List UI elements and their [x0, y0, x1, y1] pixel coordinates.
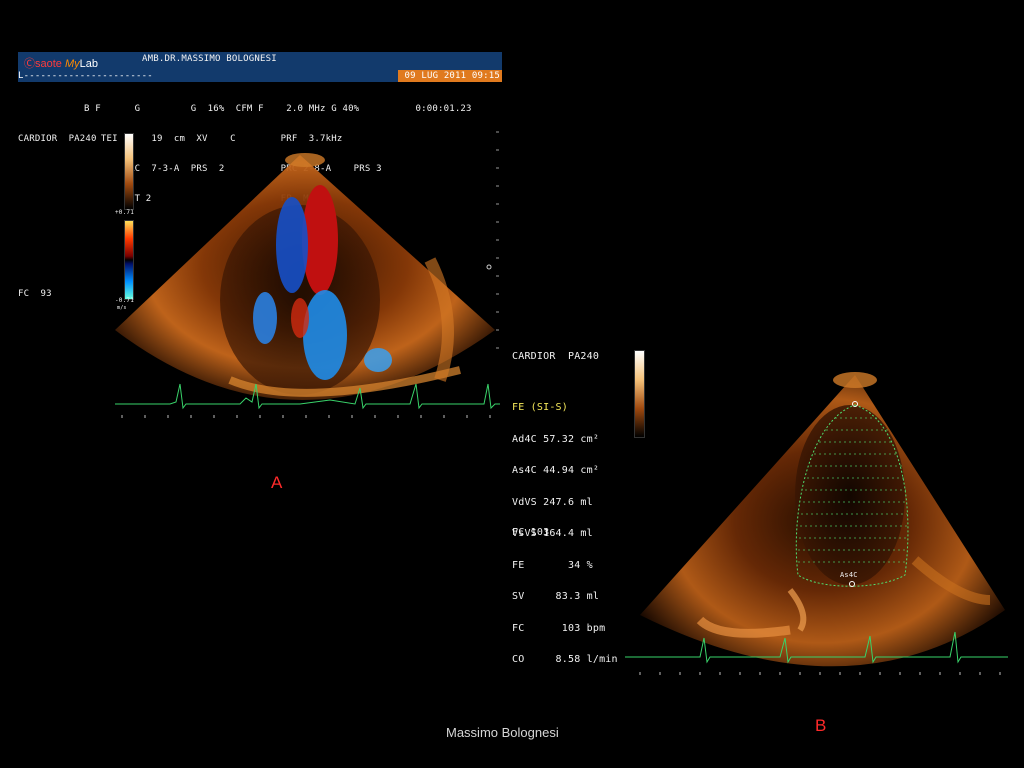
grayscale-bar-b	[634, 350, 645, 438]
heart-rate-b: FC 103	[512, 527, 550, 538]
depth-ticks-a	[496, 131, 499, 349]
focus-marker-a	[486, 264, 492, 270]
panel-label-a: A	[271, 473, 283, 492]
echo-image-b	[640, 372, 1005, 667]
trace-label: As4C	[840, 571, 858, 579]
time-ticks-b	[639, 672, 1001, 675]
measure-title: FE (SI-S)	[512, 402, 568, 413]
time-ticks-a	[121, 415, 491, 418]
doppler-flow-blue	[276, 197, 308, 293]
measure-row: VdVS 247.6 ml	[512, 496, 593, 508]
measure-row: SV 83.3 ml	[512, 591, 600, 602]
measure-row: FC 103 bpm	[512, 622, 606, 634]
panel-label-b: B	[815, 716, 827, 735]
probe-label-b: CARDIOR PA240	[512, 351, 600, 362]
measure-row: CO 8.58 l/min	[512, 654, 618, 665]
measure-row: FE 34 %	[512, 559, 593, 571]
echo-image-a	[115, 153, 495, 400]
measure-row: Ad4C 57.32 cm²	[512, 433, 600, 445]
measure-row: As4C 44.94 cm²	[512, 465, 600, 476]
author-footer: Massimo Bolognesi	[446, 725, 559, 740]
